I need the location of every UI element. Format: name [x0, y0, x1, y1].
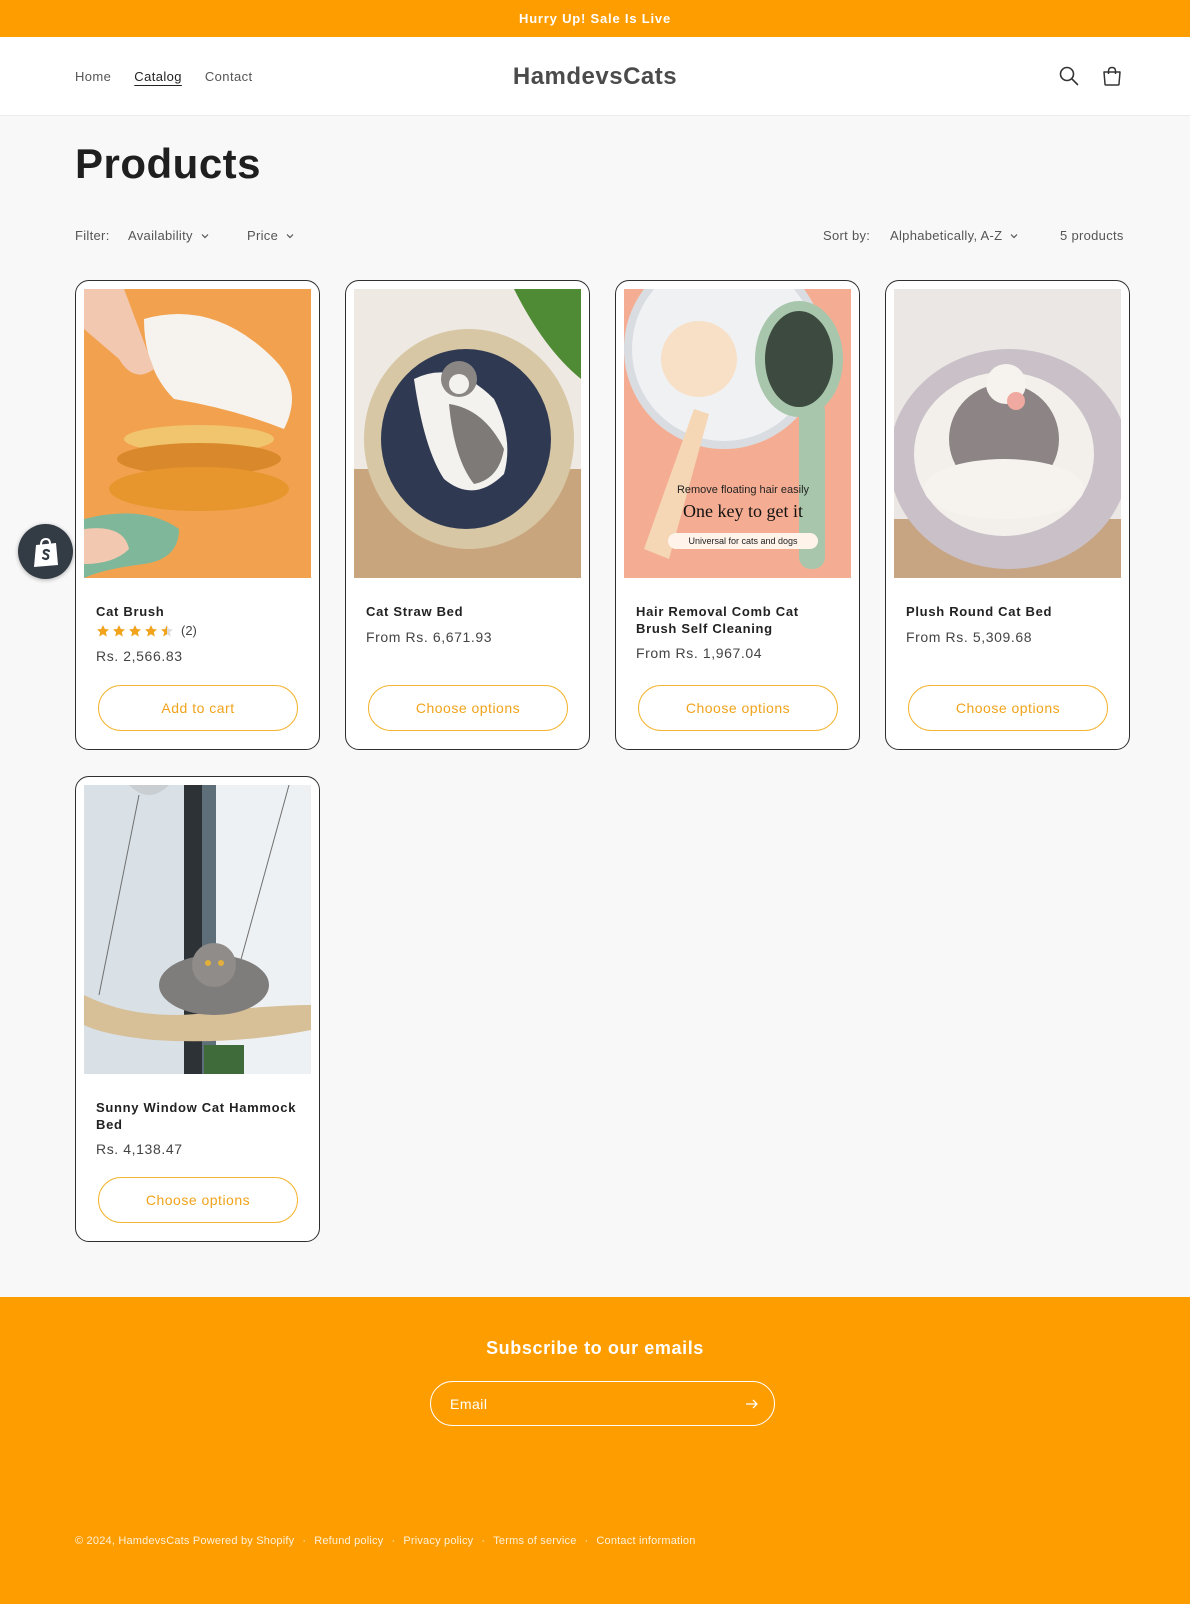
- sort-select[interactable]: Alphabetically, A-Z: [890, 228, 1019, 243]
- sort-value: Alphabetically, A-Z: [890, 228, 1003, 243]
- product-price: From Rs. 1,967.04: [636, 645, 763, 661]
- site-footer: Subscribe to our emails Email © 2024, Ha…: [0, 1297, 1190, 1604]
- star-rating-icon: [97, 624, 173, 636]
- cart-icon[interactable]: [1099, 63, 1125, 89]
- product-image[interactable]: [624, 289, 851, 578]
- product-card[interactable]: Plush Round Cat Bed From Rs. 5,309.68 Ch…: [885, 280, 1130, 750]
- filter-bar: Filter: Availability Price Sort by: Alph…: [75, 222, 1130, 250]
- nav-catalog[interactable]: Catalog: [134, 69, 182, 84]
- copyright[interactable]: © 2024, HamdevsCats Powered by Shopify: [75, 1535, 294, 1547]
- product-image[interactable]: [894, 289, 1121, 578]
- availability-label: Availability: [128, 228, 193, 243]
- product-image[interactable]: [84, 785, 311, 1074]
- product-price: Rs. 2,566.83: [96, 648, 183, 664]
- price-label: Price: [247, 228, 279, 243]
- terms-of-service-link[interactable]: Terms of service: [493, 1535, 576, 1547]
- site-header: Home Catalog Contact HamdevsCats: [0, 37, 1190, 116]
- sort-label: Sort by:: [823, 228, 871, 243]
- product-price: Rs. 4,138.47: [96, 1141, 183, 1157]
- add-to-cart-button[interactable]: Add to cart: [98, 685, 298, 731]
- subscribe-title: Subscribe to our emails: [486, 1338, 704, 1358]
- product-price: From Rs. 5,309.68: [906, 629, 1033, 645]
- price-filter[interactable]: Price: [247, 228, 295, 243]
- choose-options-button[interactable]: Choose options: [638, 685, 838, 731]
- product-rating: (2): [96, 623, 197, 638]
- product-count: 5 products: [1060, 228, 1124, 243]
- email-placeholder: Email: [450, 1395, 488, 1412]
- product-title[interactable]: Cat Straw Bed: [366, 603, 571, 620]
- product-title[interactable]: Hair Removal Comb Cat Brush Self Cleanin…: [636, 603, 841, 637]
- product-title[interactable]: Plush Round Cat Bed: [906, 603, 1111, 620]
- availability-filter[interactable]: Availability: [128, 228, 210, 243]
- product-card[interactable]: Cat Brush (2) Rs. 2,566.83 Add to cart: [75, 280, 320, 750]
- page-title: Products: [75, 140, 262, 187]
- choose-options-button[interactable]: Choose options: [908, 685, 1108, 731]
- product-card[interactable]: Sunny Window Cat Hammock Bed Rs. 4,138.4…: [75, 776, 320, 1242]
- footer-links: © 2024, HamdevsCats Powered by Shopify ·…: [75, 1535, 696, 1547]
- product-image[interactable]: [354, 289, 581, 578]
- product-image[interactable]: [84, 289, 311, 578]
- site-logo[interactable]: HamdevsCats: [513, 63, 677, 91]
- filter-label: Filter:: [75, 228, 110, 243]
- email-field[interactable]: Email: [430, 1381, 775, 1426]
- choose-options-button[interactable]: Choose options: [368, 685, 568, 731]
- announcement-bar: Hurry Up! Sale Is Live: [0, 0, 1190, 37]
- shopify-bag-icon[interactable]: [18, 524, 73, 579]
- rating-count: (2): [181, 623, 197, 638]
- main-nav: Home Catalog Contact: [75, 37, 253, 116]
- arrow-right-icon[interactable]: [744, 1396, 760, 1412]
- nav-home[interactable]: Home: [75, 69, 111, 84]
- contact-information-link[interactable]: Contact information: [596, 1535, 695, 1547]
- announcement-text: Hurry Up! Sale Is Live: [519, 11, 671, 26]
- product-card[interactable]: Hair Removal Comb Cat Brush Self Cleanin…: [615, 280, 860, 750]
- chevron-down-icon: [1010, 233, 1018, 238]
- refund-policy-link[interactable]: Refund policy: [314, 1535, 383, 1547]
- chevron-down-icon: [201, 233, 209, 238]
- search-icon[interactable]: [1056, 63, 1082, 89]
- nav-contact[interactable]: Contact: [205, 69, 253, 84]
- product-title[interactable]: Cat Brush: [96, 603, 301, 620]
- privacy-policy-link[interactable]: Privacy policy: [403, 1535, 473, 1547]
- chevron-down-icon: [286, 233, 294, 238]
- choose-options-button[interactable]: Choose options: [98, 1177, 298, 1223]
- product-card[interactable]: Cat Straw Bed From Rs. 6,671.93 Choose o…: [345, 280, 590, 750]
- product-title[interactable]: Sunny Window Cat Hammock Bed: [96, 1099, 301, 1133]
- product-price: From Rs. 6,671.93: [366, 629, 493, 645]
